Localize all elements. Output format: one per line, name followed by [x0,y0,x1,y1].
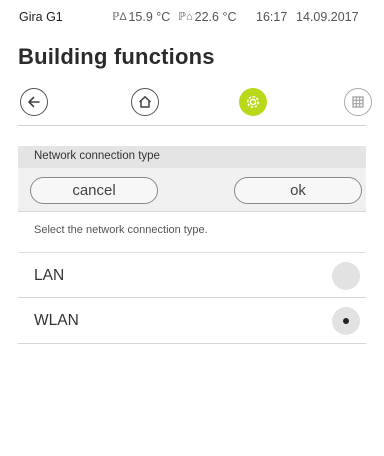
dialog-title: Network connection type [34,150,160,162]
dialog-button-bar: cancel ok [18,168,366,212]
device-name: Gira G1 [19,10,63,24]
option-label: LAN [34,267,65,284]
back-button[interactable] [20,88,48,116]
dialog-title-bar: Network connection type [18,146,366,168]
indoor-temperature: 22.6 °C [194,10,237,24]
grid-view-button[interactable] [344,88,372,116]
option-lan[interactable]: LAN [18,252,366,298]
home-icon [138,96,152,108]
outdoor-thermometer-icon: ℙ∆ [112,11,127,23]
temperature-readouts: ℙ∆ 15.9 °C ℙ⌂ 22.6 °C [112,10,244,24]
option-wlan[interactable]: WLAN [18,298,366,344]
option-label: WLAN [34,312,79,329]
app-screen: Gira G1 ℙ∆ 15.9 °C ℙ⌂ 22.6 °C 16:17 14.0… [18,0,372,456]
cancel-button[interactable]: cancel [30,177,158,204]
radio-selected-dot [343,318,349,324]
page-title: Building functions [18,44,215,69]
clock-date: 14.09.2017 [296,10,359,24]
back-arrow-icon [28,96,40,108]
radio-selected[interactable] [332,307,360,335]
clock-time: 16:17 [256,10,288,24]
navigation-bar [18,82,372,126]
indoor-thermometer-icon: ℙ⌂ [178,11,193,23]
outdoor-temperature: 15.9 °C [128,10,171,24]
status-bar: Gira G1 ℙ∆ 15.9 °C ℙ⌂ 22.6 °C 16:17 14.0… [18,0,366,38]
grid-icon [352,96,364,108]
radio-unselected[interactable] [332,262,360,290]
settings-button[interactable] [239,88,267,116]
settings-gear-icon [247,96,259,108]
ok-button[interactable]: ok [234,177,362,204]
instruction-text: Select the network connection type. [34,224,208,236]
home-button[interactable] [131,88,159,116]
